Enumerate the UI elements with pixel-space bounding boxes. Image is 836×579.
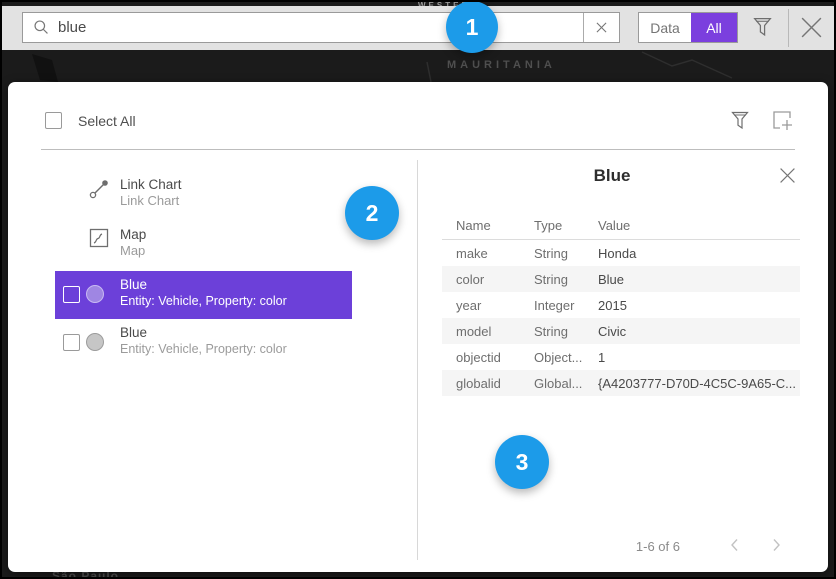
select-all-checkbox[interactable] bbox=[45, 112, 62, 129]
entity-circle-icon bbox=[86, 333, 104, 351]
cell-value: Honda bbox=[598, 246, 800, 261]
table-body: make String Honda color String Blue year… bbox=[442, 240, 800, 396]
list-item-subtitle: Entity: Vehicle, Property: color bbox=[120, 294, 287, 308]
table-row: objectid Object... 1 bbox=[442, 344, 800, 370]
cell-name: make bbox=[442, 246, 534, 261]
annotation-badge-1: 1 bbox=[446, 1, 498, 53]
cell-type: Integer bbox=[534, 298, 598, 313]
pagination-prev-icon[interactable] bbox=[727, 537, 743, 558]
panel-filter-icon[interactable] bbox=[730, 109, 750, 136]
col-header-type: Type bbox=[534, 218, 598, 233]
app-window: WESTERN MAURITANIA São Paulo Data All bbox=[0, 0, 836, 579]
close-search-icon[interactable] bbox=[799, 15, 824, 45]
map-item-icon bbox=[89, 228, 109, 253]
select-all-label: Select All bbox=[78, 113, 136, 129]
add-to-selection-icon[interactable] bbox=[771, 109, 795, 138]
search-box[interactable] bbox=[22, 12, 620, 43]
cell-value: 1 bbox=[598, 350, 800, 365]
cell-name: color bbox=[442, 272, 534, 287]
annotation-badge-3: 3 bbox=[495, 435, 549, 489]
list-item-title: Blue bbox=[120, 277, 147, 292]
search-input[interactable] bbox=[58, 19, 583, 36]
annotation-badge-2: 2 bbox=[345, 186, 399, 240]
list-item-link-chart-subtitle: Link Chart bbox=[120, 193, 179, 208]
cell-name: model bbox=[442, 324, 534, 339]
table-row: year Integer 2015 bbox=[442, 292, 800, 318]
attribute-table: Name Type Value make String Honda color … bbox=[442, 212, 800, 396]
search-toolbar: Data All bbox=[2, 6, 834, 50]
data-all-toggle: Data All bbox=[638, 12, 738, 43]
cell-value: {A4203777-D70D-4C5C-9A65-C... bbox=[598, 376, 800, 391]
pagination-range: 1-6 of 6 bbox=[568, 539, 680, 554]
toolbar-divider bbox=[788, 9, 789, 47]
pagination-next-icon[interactable] bbox=[768, 537, 784, 558]
cell-type: String bbox=[534, 246, 598, 261]
table-row: make String Honda bbox=[442, 240, 800, 266]
cell-name: year bbox=[442, 298, 534, 313]
link-chart-icon bbox=[88, 178, 110, 205]
list-item-subtitle: Entity: Vehicle, Property: color bbox=[120, 342, 287, 356]
cell-type: Object... bbox=[534, 350, 598, 365]
detail-close-icon[interactable] bbox=[779, 167, 796, 189]
search-icon bbox=[23, 19, 58, 36]
table-row: model String Civic bbox=[442, 318, 800, 344]
list-item-blue[interactable]: Blue Entity: Vehicle, Property: color bbox=[55, 319, 352, 367]
table-header-row: Name Type Value bbox=[442, 212, 800, 240]
cell-type: String bbox=[534, 324, 598, 339]
list-item-map-subtitle: Map bbox=[120, 243, 145, 258]
toggle-option-all[interactable]: All bbox=[691, 13, 737, 42]
cell-value: Civic bbox=[598, 324, 800, 339]
search-results-panel: Select All Link Chart Link Chart Map Map… bbox=[8, 82, 828, 572]
list-item-link-chart-title[interactable]: Link Chart bbox=[120, 177, 182, 192]
panel-header-divider bbox=[41, 149, 795, 150]
cell-name: globalid bbox=[442, 376, 534, 391]
list-item-map-title[interactable]: Map bbox=[120, 227, 146, 242]
cell-name: objectid bbox=[442, 350, 534, 365]
cell-type: String bbox=[534, 272, 598, 287]
table-row: globalid Global... {A4203777-D70D-4C5C-9… bbox=[442, 370, 800, 396]
detail-title: Blue bbox=[417, 166, 807, 186]
table-row: color String Blue bbox=[442, 266, 800, 292]
entity-circle-icon bbox=[86, 285, 104, 303]
cell-type: Global... bbox=[534, 376, 598, 391]
col-header-name: Name bbox=[442, 218, 534, 233]
clear-search-icon[interactable] bbox=[583, 13, 619, 42]
item-checkbox[interactable] bbox=[63, 334, 80, 351]
item-checkbox[interactable] bbox=[63, 286, 80, 303]
filter-icon[interactable] bbox=[752, 15, 773, 43]
list-item-blue-selected[interactable]: Blue Entity: Vehicle, Property: color bbox=[55, 271, 352, 319]
col-header-value: Value bbox=[598, 218, 800, 233]
list-item-title: Blue bbox=[120, 325, 147, 340]
list-detail-divider bbox=[417, 160, 418, 560]
cell-value: Blue bbox=[598, 272, 800, 287]
toggle-option-data[interactable]: Data bbox=[639, 13, 691, 42]
cell-value: 2015 bbox=[598, 298, 800, 313]
